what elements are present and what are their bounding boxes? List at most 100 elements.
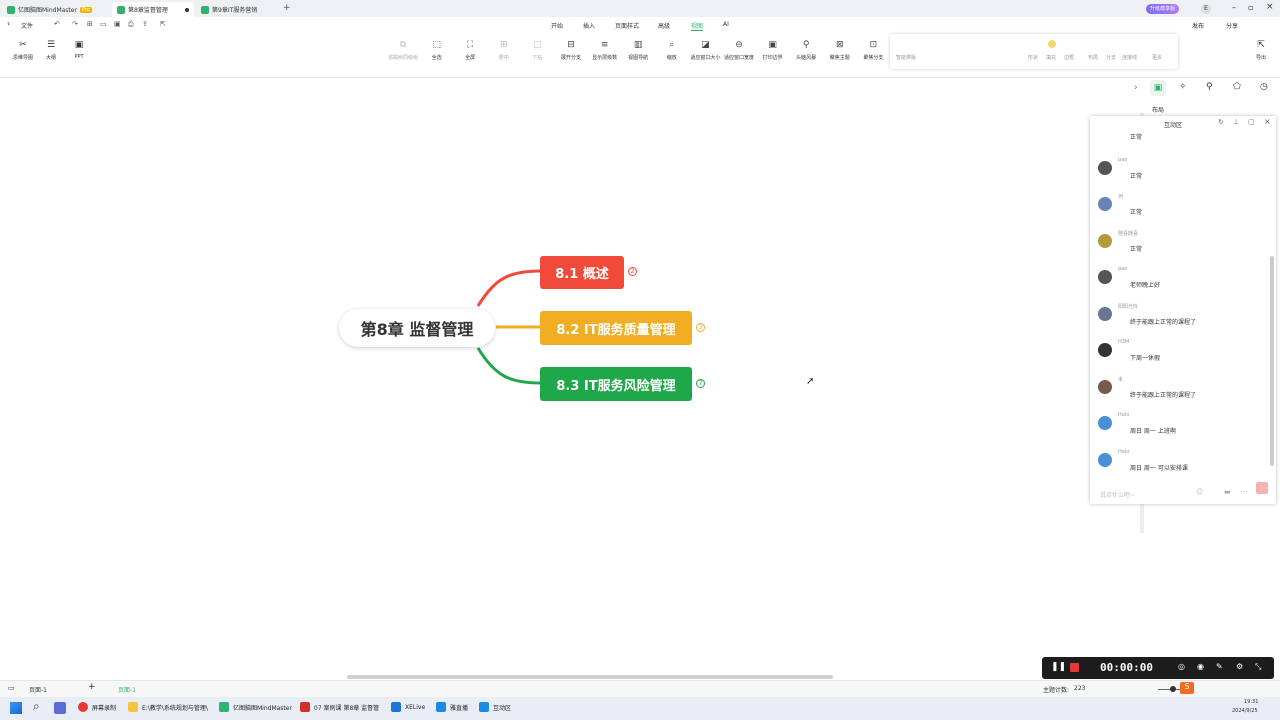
collapse-icon[interactable]: ⤡: [1255, 662, 1261, 672]
page-list-icon[interactable]: ▭: [8, 684, 15, 692]
view-tool-3[interactable]: ⊞ 居中: [489, 40, 519, 61]
layout-button[interactable]: 布局: [1088, 54, 1098, 61]
maximize-icon[interactable]: ▫: [1248, 3, 1253, 12]
save-icon[interactable]: ▣: [114, 20, 121, 28]
view-tool-7[interactable]: ▥ 视图导航: [623, 40, 653, 61]
view-tool-6[interactable]: ≡ 显示层级数: [590, 40, 620, 61]
avatar[interactable]: [1098, 270, 1112, 284]
more-button[interactable]: 更多: [1152, 54, 1162, 61]
back-icon[interactable]: ‹: [7, 19, 10, 28]
menu-page-style[interactable]: 页面样式: [615, 21, 639, 30]
history-icon[interactable]: ◷: [1260, 82, 1268, 92]
border-button[interactable]: 边框: [1064, 54, 1074, 61]
menu-insert[interactable]: 插入: [583, 21, 595, 30]
mindmap-root[interactable]: 第8章 监督管理: [339, 309, 495, 347]
add-page-button[interactable]: +: [88, 682, 96, 692]
user-avatar[interactable]: E: [1201, 4, 1211, 14]
redo-icon[interactable]: ↷: [72, 20, 78, 28]
avatar[interactable]: [1098, 197, 1112, 211]
publish-button[interactable]: 发布: [1192, 21, 1204, 30]
print-icon[interactable]: ⎙: [128, 20, 134, 29]
new-icon[interactable]: ⊞: [87, 20, 93, 28]
page-selector[interactable]: 页面-1: [29, 685, 47, 694]
emoji-icon[interactable]: ☺: [1196, 488, 1203, 496]
page-tab[interactable]: 页面-1: [118, 685, 136, 694]
taskbar-live[interactable]: 雅直播: [436, 702, 468, 712]
branch-count-8-3[interactable]: 7: [696, 379, 705, 388]
taskbar-interaction[interactable]: 互动区: [479, 702, 511, 712]
close-icon[interactable]: ×: [1266, 2, 1274, 12]
taskbar-mindmaster[interactable]: 亿图脑图MindMaster: [219, 702, 292, 712]
connector-button[interactable]: 连接线: [1122, 54, 1137, 61]
avatar[interactable]: [1098, 160, 1112, 175]
region-icon[interactable]: ◎: [1178, 662, 1185, 671]
camera-icon[interactable]: ◉: [1197, 662, 1204, 671]
zoom-slider-thumb[interactable]: [1170, 686, 1176, 692]
taskbar-wps[interactable]: 07 案例课 第8章 监督管: [300, 702, 379, 712]
avatar[interactable]: [1098, 379, 1112, 394]
taskbar-screen-record[interactable]: 屏幕录制: [78, 702, 116, 712]
view-tool-4[interactable]: ▢ 下钻: [522, 40, 552, 61]
menu-advanced[interactable]: 高级: [658, 21, 670, 30]
taskbar-xelive[interactable]: XELive: [391, 702, 425, 712]
shape-button[interactable]: 形状: [1028, 54, 1038, 61]
branch-8-3[interactable]: 8.3 IT服务风险管理: [540, 367, 692, 401]
stop-icon[interactable]: [1070, 663, 1079, 672]
avatar[interactable]: [1098, 233, 1112, 248]
avatar[interactable]: [1098, 416, 1112, 430]
export-quick-icon[interactable]: ⇪: [142, 20, 148, 28]
layout-panel-icon[interactable]: ▣: [1150, 80, 1166, 96]
view-tool-8[interactable]: ⌕ 缩放: [657, 40, 687, 61]
view-tool-10[interactable]: ⊖ 适应窗口宽度: [724, 40, 754, 61]
share-quick-icon[interactable]: ⇱: [160, 20, 166, 28]
tab-chapter9[interactable]: 第9章IT服务营销: [196, 2, 262, 17]
folder-icon[interactable]: ▬: [1224, 488, 1231, 496]
undo-icon[interactable]: ↶: [54, 20, 60, 28]
search-icon[interactable]: ⌕: [33, 699, 40, 714]
view-tool-13[interactable]: ⊠ 聚焦主题: [825, 40, 855, 61]
menu-home[interactable]: 开始: [551, 21, 563, 30]
view-tool-11[interactable]: ▣ 打印边界: [758, 40, 788, 61]
minimize-icon[interactable]: –: [1232, 3, 1236, 12]
open-icon[interactable]: ▭: [100, 20, 107, 28]
view-tool-14[interactable]: ⊡ 聚焦分支: [858, 40, 888, 61]
view-tool-5[interactable]: ⊟ 展开分支: [556, 40, 586, 61]
tab-chapter8[interactable]: 第8章监督管理: [112, 2, 194, 17]
mode-mindmap[interactable]: ✂ 思维导图: [8, 40, 38, 61]
smart-layout-button[interactable]: 智能排版: [896, 54, 916, 61]
theme-icon[interactable]: ⬠: [1233, 82, 1241, 92]
ai-sparkle-icon[interactable]: ✧: [1179, 82, 1187, 92]
chat-input[interactable]: 说点什么吧~: [1100, 490, 1135, 499]
export-button[interactable]: ⇱ 导出: [1246, 40, 1276, 61]
pen-icon[interactable]: ✎: [1216, 662, 1223, 671]
ime-icon[interactable]: S: [1180, 682, 1194, 694]
pause-icon[interactable]: ❚❚: [1051, 662, 1066, 672]
mode-ppt[interactable]: ▣ PPT: [64, 40, 94, 60]
settings-icon[interactable]: ⚙: [1236, 662, 1243, 671]
view-tool-1[interactable]: ⬚ 全选: [422, 40, 452, 61]
new-tab-button[interactable]: +: [283, 3, 291, 13]
branch-count-8-1[interactable]: 2: [628, 267, 637, 276]
view-tool-0[interactable]: ⧉ 追踪树同级组: [388, 40, 418, 61]
share-button[interactable]: 分享: [1226, 21, 1238, 30]
more-icon[interactable]: ⋯: [1240, 487, 1248, 496]
avatar[interactable]: [1098, 452, 1112, 467]
tab-mindmaster-home[interactable]: 亿图脑图MindMaster Pro: [2, 2, 97, 17]
upgrade-badge[interactable]: 升级尊享版: [1146, 4, 1180, 14]
teams-icon[interactable]: [54, 702, 66, 714]
gift-icon[interactable]: [1256, 482, 1268, 494]
view-tool-12[interactable]: ⚲ 头脑风暴: [791, 40, 821, 61]
taskbar-explorer[interactable]: E:\教学\系统规划与管理\: [128, 702, 208, 712]
view-tool-9[interactable]: ◪ 适应窗口大小: [690, 40, 720, 61]
canvas-horizontal-scrollbar[interactable]: [347, 675, 833, 679]
file-menu[interactable]: 文件: [21, 21, 33, 30]
windows-start-icon[interactable]: [10, 702, 22, 714]
location-icon[interactable]: ⚲: [1206, 82, 1213, 92]
branch-count-8-2[interactable]: 3: [696, 323, 705, 332]
mode-outline[interactable]: ☰ 大纲: [36, 40, 66, 61]
avatar[interactable]: [1098, 306, 1112, 321]
avatar[interactable]: [1098, 343, 1112, 357]
menu-ai[interactable]: AI: [723, 21, 729, 28]
branch-button[interactable]: 分支: [1106, 54, 1116, 61]
view-tool-2[interactable]: ⛶ 全屏: [455, 40, 485, 61]
